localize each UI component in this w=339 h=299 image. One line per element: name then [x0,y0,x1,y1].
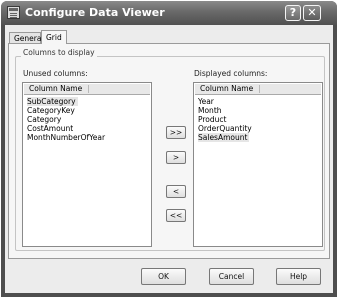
displayed-column-item[interactable]: OrderQuantity [198,124,252,133]
help-button[interactable]: Help [276,268,321,285]
displayed-column-item[interactable]: Year [198,97,214,106]
dialog-app-icon [7,6,20,19]
unused-columns-list[interactable]: Column Name SubCategory CategoryKey Cate… [22,82,152,247]
unused-column-item[interactable]: SubCategory [27,97,78,106]
grid-tab-panel: Columns to display Unused columns: Colum… [8,43,330,259]
unused-column-name-header[interactable]: Column Name [24,84,150,95]
cancel-button[interactable]: Cancel [209,268,254,285]
remove-column-button[interactable]: < [166,185,186,198]
columns-group-label: Columns to display [21,48,97,57]
add-column-button[interactable]: > [166,151,186,164]
displayed-column-name-header[interactable]: Column Name [195,84,321,95]
unused-column-item[interactable]: CostAmount [27,124,73,133]
unused-column-item[interactable]: CategoryKey [27,106,75,115]
displayed-column-item[interactable]: SalesAmount [198,133,250,142]
displayed-column-item[interactable]: Product [198,115,226,124]
title-bar[interactable]: Configure Data Viewer ? ✕ [1,1,337,25]
displayed-columns-list[interactable]: Column Name Year Month Product OrderQuan… [193,82,323,247]
tab-grid[interactable]: Grid [41,30,67,44]
window-title: Configure Data Viewer [25,6,165,19]
unused-column-item[interactable]: Category [27,115,61,124]
unused-column-item[interactable]: MonthNumberOfYear [27,133,105,142]
add-all-columns-button[interactable]: >> [166,126,186,139]
close-icon[interactable]: ✕ [303,5,321,21]
ok-button[interactable]: OK [141,268,186,285]
dialog-client: General Grid Columns to display Unused c… [5,25,333,293]
displayed-columns-label: Displayed columns: [194,69,268,78]
dialog-window: Configure Data Viewer ? ✕ General Grid C… [1,1,337,297]
remove-all-columns-button[interactable]: << [166,209,186,222]
help-caption-button[interactable]: ? [285,5,301,21]
unused-columns-label: Unused columns: [23,69,88,78]
displayed-column-item[interactable]: Month [198,106,222,115]
